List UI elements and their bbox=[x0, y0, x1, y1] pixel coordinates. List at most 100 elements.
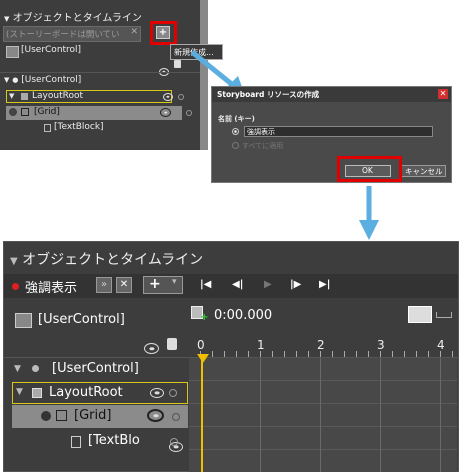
tree-item-usercontrol-label: [UserControl] bbox=[52, 361, 139, 376]
time-display[interactable]: 0:00.000 bbox=[214, 308, 272, 323]
timeline-gridline bbox=[440, 358, 441, 472]
lock-icon[interactable] bbox=[167, 338, 177, 350]
lock-dot-icon[interactable] bbox=[169, 389, 177, 397]
textblock-icon bbox=[44, 124, 51, 132]
go-to-start-icon[interactable]: |◀ bbox=[200, 279, 211, 290]
timeline-gridline bbox=[320, 358, 321, 472]
grid-icon bbox=[21, 108, 29, 116]
grid-icon bbox=[32, 388, 42, 398]
storyboard-selector-text: (ストーリーボードは開いてい bbox=[6, 30, 120, 40]
close-icon[interactable]: ✕ bbox=[130, 27, 138, 37]
collapse-icon[interactable]: ▼ bbox=[10, 256, 18, 267]
ruler-tick-label: 4 bbox=[437, 338, 445, 352]
lock-dot-icon[interactable] bbox=[170, 438, 178, 446]
cancel-button-label: キャンセル bbox=[405, 167, 443, 176]
tree-item-layoutroot-label: LayoutRoot bbox=[32, 91, 83, 101]
collapse-icon[interactable]: ▼ bbox=[4, 15, 9, 23]
timeline-row-lines bbox=[189, 358, 457, 472]
storyboard-toolbar: 強調表示 » ✕ + ▾ |◀ ◀| ▶ |▶ ▶| bbox=[4, 274, 458, 298]
tree-item-usercontrol[interactable]: ▼ ● [UserControl] bbox=[4, 75, 81, 85]
storyboard-dropdown-icon[interactable]: » bbox=[96, 277, 112, 293]
name-label: 名前 (キー) bbox=[218, 115, 255, 123]
plus-icon: + bbox=[149, 276, 161, 292]
add-keyframe-plus-icon: + bbox=[200, 312, 209, 323]
tree-item-layoutroot[interactable]: ▼ LayoutRoot bbox=[6, 90, 173, 103]
objects-timeline-panel-bottom: ▼ オブジェクトとタイムライン 強調表示 » ✕ + ▾ |◀ ◀| ▶ |▶ … bbox=[3, 241, 459, 472]
chevron-down-icon: ▾ bbox=[172, 277, 177, 287]
circle-icon bbox=[32, 365, 39, 372]
name-input-text: 強調表示 bbox=[247, 128, 275, 136]
timeline-gridline bbox=[380, 358, 381, 472]
playhead-line[interactable] bbox=[201, 358, 203, 472]
tree-item-layoutroot-label: LayoutRoot bbox=[49, 385, 123, 400]
dialog-title: Storyboard リソースの作成 bbox=[217, 90, 320, 99]
user-control-label: [UserControl] bbox=[21, 45, 82, 55]
arrow-to-bottom-panel bbox=[359, 186, 379, 240]
name-radio[interactable] bbox=[232, 128, 239, 135]
expand-icon[interactable]: ▼ bbox=[14, 364, 21, 374]
tree-item-layoutroot[interactable]: ▼ LayoutRoot bbox=[12, 382, 188, 404]
go-to-end-icon[interactable]: ▶| bbox=[319, 279, 330, 290]
name-input[interactable]: 強調表示 bbox=[244, 126, 433, 137]
recording-dot-icon bbox=[12, 283, 19, 290]
expand-icon[interactable]: ▼ bbox=[16, 387, 23, 397]
tree-item-textblock-label: [TextBlock] bbox=[54, 122, 104, 132]
tree-divider bbox=[0, 72, 200, 73]
lock-dot-icon[interactable] bbox=[178, 94, 184, 100]
apply-all-radio[interactable] bbox=[232, 142, 239, 149]
eye-icon[interactable] bbox=[147, 409, 164, 422]
textblock-icon bbox=[71, 436, 81, 448]
grid-icon bbox=[21, 93, 28, 100]
close-storyboard-icon[interactable]: ✕ bbox=[116, 277, 132, 293]
cancel-button[interactable]: キャンセル bbox=[400, 165, 446, 177]
storyboard-name[interactable]: 強調表示 bbox=[25, 277, 77, 296]
eye-icon[interactable] bbox=[160, 108, 171, 117]
tree-item-grid[interactable]: [Grid] bbox=[6, 106, 182, 120]
lock-icon[interactable] bbox=[174, 60, 181, 68]
ruler-ticks bbox=[200, 351, 457, 357]
lock-dot-icon[interactable] bbox=[186, 110, 192, 116]
circle-icon: ● bbox=[12, 76, 19, 84]
ruler-tick-label: 3 bbox=[377, 338, 385, 352]
tree-item-usercontrol[interactable]: ▼ [UserControl] bbox=[10, 360, 188, 380]
highlight-box-ok-button bbox=[337, 156, 402, 182]
eye-icon[interactable] bbox=[163, 93, 173, 101]
close-icon[interactable]: ✕ bbox=[438, 89, 448, 99]
expand-icon[interactable] bbox=[9, 108, 17, 116]
eye-icon[interactable] bbox=[144, 343, 159, 354]
eye-icon[interactable] bbox=[150, 388, 164, 398]
usercontrol-icon bbox=[6, 46, 19, 58]
apply-all-label: すべてに適用 bbox=[242, 142, 284, 150]
grid-icon bbox=[56, 410, 67, 421]
dialog-titlebar: Storyboard リソースの作成 ✕ bbox=[212, 87, 451, 102]
tree-item-grid-label: [Grid] bbox=[74, 408, 112, 423]
tree-item-textblock-label: [TextBlo bbox=[88, 433, 140, 448]
timeline-gridline bbox=[260, 358, 261, 472]
usercontrol-icon bbox=[15, 313, 32, 328]
play-icon[interactable]: ▶ bbox=[264, 279, 272, 290]
lock-dot-icon[interactable] bbox=[172, 413, 180, 421]
timeline-ruler[interactable]: 0 1 2 3 4 bbox=[189, 338, 457, 358]
ruler-tick-label: 2 bbox=[317, 338, 325, 352]
storyboard-selector[interactable]: (ストーリーボードは開いてい ✕ bbox=[3, 26, 141, 42]
add-storyboard-button[interactable]: + ▾ bbox=[143, 276, 183, 294]
previous-frame-icon[interactable]: ◀| bbox=[232, 279, 243, 290]
next-frame-icon[interactable]: |▶ bbox=[290, 279, 301, 290]
snap-ruler-icon[interactable] bbox=[436, 312, 452, 318]
playhead-handle[interactable] bbox=[197, 354, 209, 363]
create-storyboard-dialog: Storyboard リソースの作成 ✕ 名前 (キー) 強調表示 すべてに適用… bbox=[211, 86, 452, 183]
expand-icon[interactable]: ▼ bbox=[9, 92, 14, 100]
timeline-track-area[interactable] bbox=[189, 358, 457, 472]
expand-icon[interactable] bbox=[41, 411, 51, 421]
tree-item-usercontrol-label: [UserControl] bbox=[21, 75, 82, 85]
highlight-box-new-button bbox=[150, 21, 177, 45]
user-control-label: [UserControl] bbox=[38, 312, 125, 327]
panel-title: ▼ オブジェクトとタイムライン bbox=[4, 9, 142, 24]
ruler-tick-label: 0 bbox=[197, 338, 205, 352]
panel-title-text: オブジェクトとタイムライン bbox=[12, 13, 142, 24]
zoom-control-icon[interactable] bbox=[408, 306, 432, 323]
expand-icon[interactable]: ▼ bbox=[4, 76, 9, 84]
tree-item-grid[interactable]: [Grid] bbox=[12, 405, 188, 428]
panel-title-text: オブジェクトとタイムライン bbox=[22, 252, 204, 268]
tree-item-grid-label: [Grid] bbox=[34, 107, 60, 117]
